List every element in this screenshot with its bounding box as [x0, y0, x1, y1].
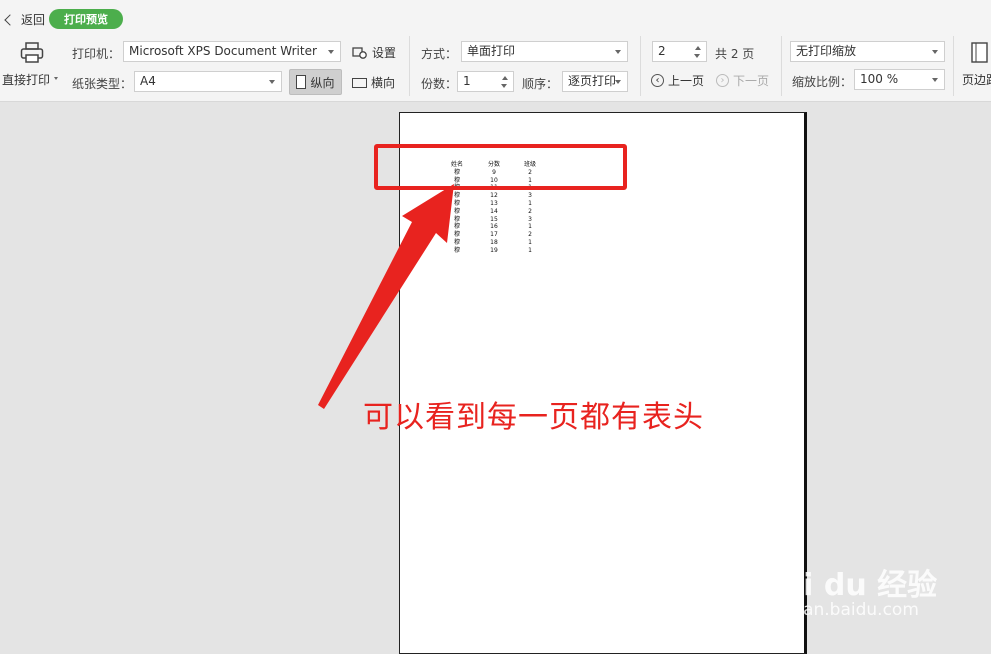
landscape-page-icon	[352, 77, 367, 88]
landscape-button[interactable]: 横向	[352, 74, 395, 91]
separator	[953, 36, 954, 96]
margins-button[interactable]: 页边距	[960, 42, 991, 88]
prev-page-button[interactable]: ‹ 上一页	[651, 72, 704, 89]
table-cell: 2	[528, 207, 532, 215]
table-cell: 1	[528, 223, 532, 231]
print-mode-label: 方式：	[421, 47, 458, 61]
table-row: 穆 19 1	[438, 247, 548, 255]
arrow-left-icon: ‹	[651, 74, 664, 87]
back-label: 返回	[21, 13, 46, 27]
portrait-page-icon	[296, 75, 307, 89]
print-preview-toolbar: 返回 打印预览 直接打印 打印机： Microsoft XPS Document…	[0, 0, 991, 102]
table-row: 穆 12 3	[438, 192, 548, 200]
direct-print-label: 直接打印	[2, 73, 51, 87]
settings-button[interactable]: 设置	[352, 44, 396, 61]
print-mode-select[interactable]: 单面打印	[461, 41, 628, 62]
table-cell: 1	[528, 199, 532, 207]
paper-type-label: 纸张类型：	[72, 77, 133, 91]
table-cell: 18	[490, 238, 498, 246]
landscape-label: 横向	[371, 76, 396, 90]
copies-label: 份数：	[421, 77, 458, 91]
table-cell: 穆	[453, 192, 460, 200]
caret-down-icon	[54, 77, 58, 80]
next-page-button[interactable]: › 下一页	[716, 72, 769, 89]
prev-page-label: 上一页	[668, 74, 705, 88]
arrow-right-icon: ›	[716, 74, 729, 87]
watermark-url: jingyan.baidu.com	[762, 600, 919, 620]
paper-type-select[interactable]: A4	[134, 71, 282, 92]
separator	[781, 36, 782, 96]
back-button[interactable]: 返回	[4, 11, 46, 28]
preview-page: 姓名 分数 班级 穆92 穆 10 1 穆 11 1 穆 12 3 穆 13 1 穆 14 2 穆1…	[399, 112, 807, 654]
settings-label: 设置	[372, 46, 397, 60]
page-margins-icon	[971, 42, 988, 63]
header-highlight-box	[374, 144, 627, 190]
annotation-text: 可以看到每一页都有表头	[363, 400, 704, 435]
table-cell: 13	[490, 199, 498, 207]
direct-print-button[interactable]: 直接打印	[2, 42, 60, 88]
order-select[interactable]: 逐页打印	[562, 71, 628, 92]
next-page-label: 下一页	[733, 74, 770, 88]
table-cell: 穆	[453, 246, 460, 254]
print-preview-badge: 打印预览	[49, 9, 123, 29]
copies-stepper[interactable]: 1	[457, 71, 514, 92]
settings-icon	[352, 46, 367, 59]
table-cell: 穆	[453, 231, 460, 239]
chevron-left-icon	[4, 13, 16, 26]
portrait-label: 纵向	[310, 75, 335, 90]
table-cell: 3	[528, 192, 532, 200]
separator	[640, 36, 641, 96]
zoom-select[interactable]: 100 %	[854, 69, 945, 90]
total-pages: 共 2 页	[715, 47, 755, 61]
portrait-button[interactable]: 纵向	[289, 69, 342, 95]
order-label: 顺序：	[522, 77, 559, 91]
table-row: 穆 13 1	[438, 200, 548, 208]
table-row: 穆 16 1	[438, 223, 548, 231]
table-cell: 3	[528, 215, 532, 223]
separator	[409, 36, 410, 96]
scale-mode-select[interactable]: 无打印缩放	[790, 41, 945, 62]
printer-label: 打印机：	[72, 47, 121, 61]
table-cell: 14	[490, 207, 498, 215]
table-cell: 1	[528, 238, 532, 246]
printer-select[interactable]: Microsoft XPS Document Writer	[123, 41, 341, 62]
table-row: 穆 17 2	[438, 231, 548, 239]
watermark-logo: Bai du 经验	[760, 568, 938, 603]
table-cell: 17	[490, 231, 498, 239]
table-cell: 穆	[453, 199, 460, 207]
zoom-label: 缩放比例：	[792, 75, 853, 89]
table-cell: 16	[490, 223, 498, 231]
table-cell: 19	[490, 246, 498, 254]
table-cell: 穆	[453, 238, 460, 246]
table-cell: 穆	[453, 223, 460, 231]
margins-label: 页边距	[962, 73, 991, 87]
table-cell: 1	[528, 246, 532, 254]
table-cell: 2	[528, 231, 532, 239]
table-cell: 12	[490, 192, 498, 200]
table-row: 穆 14 2	[438, 208, 548, 216]
table-row: 穆 18 1	[438, 239, 548, 247]
table-cell: 15	[490, 215, 498, 223]
printer-icon	[20, 42, 44, 63]
table-cell: 穆	[453, 207, 460, 215]
page-number-stepper[interactable]: 2	[652, 41, 707, 62]
